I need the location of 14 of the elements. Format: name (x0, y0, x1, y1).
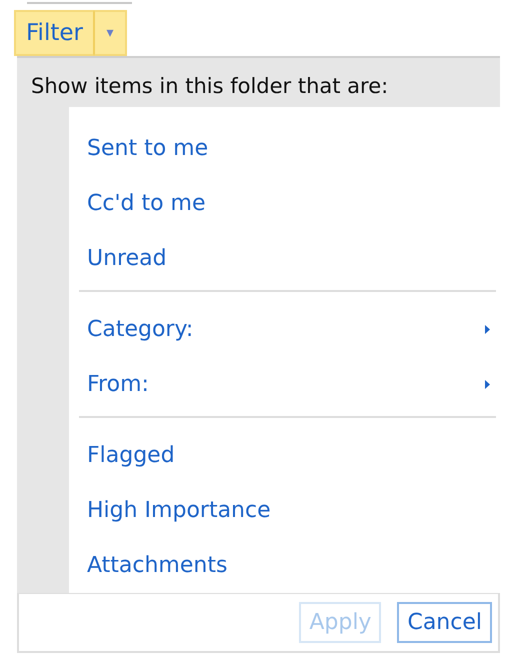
menu-item[interactable]: Attachments (87, 552, 228, 578)
menu-item[interactable]: Unread (87, 246, 167, 271)
menu-item[interactable]: From: (87, 372, 149, 397)
menu-item[interactable]: Sent to me (87, 136, 208, 161)
filter-button[interactable]: Filter (14, 10, 94, 56)
dropdown-button[interactable]: ▾ (94, 10, 127, 56)
menu-header: Show items in this folder that are: (17, 58, 500, 107)
menu-item[interactable]: Flagged (87, 442, 175, 468)
submenu-arrow-icon (485, 380, 490, 389)
menu-item[interactable]: High Importance (87, 498, 271, 523)
cancel-button[interactable]: Cancel (397, 602, 492, 643)
menu-item[interactable]: Category: (87, 316, 194, 342)
menu-item[interactable]: Cc'd to me (87, 190, 206, 216)
submenu-arrow-icon (485, 324, 490, 334)
